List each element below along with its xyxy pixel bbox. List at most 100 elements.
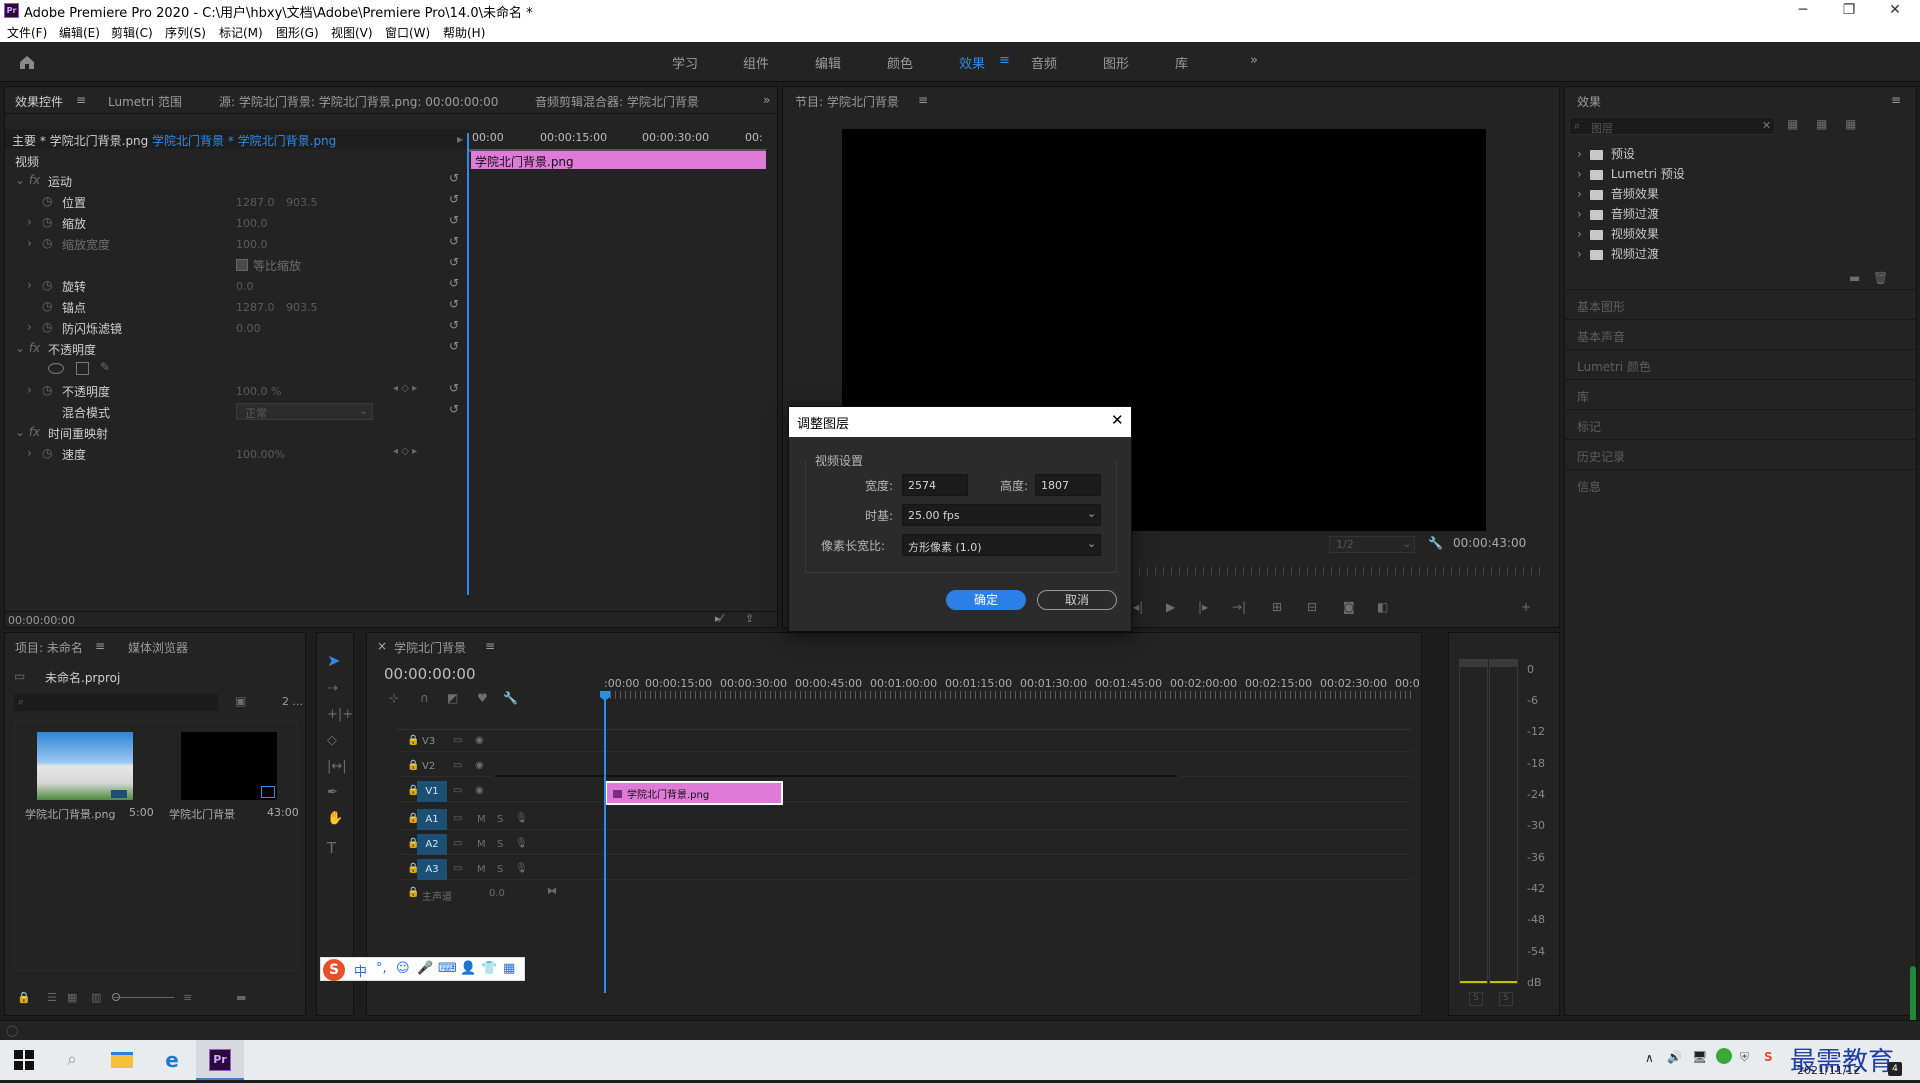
timeline-ruler[interactable]: :00:00 00:00:15:00 00:00:30:00 00:00:45:… <box>604 677 1420 701</box>
track-target-v1[interactable]: V1 <box>417 781 447 802</box>
zoom-slider-handle[interactable] <box>112 993 120 1001</box>
linked-selection-icon[interactable]: ◩ <box>447 691 458 705</box>
export-frame-icon[interactable]: ◙ <box>1343 600 1355 614</box>
ime-punctuation[interactable]: °, <box>376 961 387 976</box>
eye-icon[interactable]: ◉ <box>475 785 484 796</box>
track-select-tool-icon[interactable]: ⇢ <box>327 681 338 696</box>
project-search-input[interactable]: ⌕ <box>14 694 218 711</box>
track-lock-icon[interactable]: 🔒 <box>407 887 419 898</box>
prop-anchor-y[interactable]: 903.5 <box>286 301 318 314</box>
reset-icon[interactable]: ↺ <box>449 318 459 332</box>
workspace-graphics[interactable]: 图形 <box>1103 53 1129 72</box>
ime-toolbox-icon[interactable]: ▦ <box>503 961 515 976</box>
time-remap-effect[interactable]: 时间重映射 <box>48 425 108 442</box>
tree-lumetri-presets[interactable]: › Lumetri 预设 <box>1577 165 1685 182</box>
sync-lock-icon[interactable]: ▭ <box>453 760 462 771</box>
reset-icon[interactable]: ↺ <box>449 234 459 248</box>
stopwatch-icon[interactable]: ◷ <box>42 215 52 229</box>
program-ruler[interactable] <box>1139 567 1544 575</box>
dialog-close-icon[interactable]: ✕ <box>1111 411 1124 429</box>
file-explorer-icon[interactable] <box>98 1040 146 1080</box>
stopwatch-icon[interactable]: ◷ <box>42 278 52 292</box>
filter-icon[interactable]: ▸⁄ <box>715 612 722 625</box>
step-back-icon[interactable]: ◂| <box>1133 600 1143 614</box>
prop-opacity-value[interactable]: 100.0 % <box>236 385 281 398</box>
rectangle-mask-icon[interactable] <box>76 362 89 375</box>
minimize-button[interactable]: ─ <box>1780 0 1826 22</box>
workspace-overflow-icon[interactable]: » <box>1250 53 1258 68</box>
selection-tool-icon[interactable]: ➤ <box>327 651 340 670</box>
section-markers[interactable]: 标记 <box>1565 409 1916 438</box>
expand-scale-width-icon[interactable]: › <box>27 236 32 250</box>
reset-icon[interactable]: ↺ <box>449 213 459 227</box>
collapse-arrow-icon[interactable]: ⌄ fx <box>15 425 40 439</box>
tab-menu-icon[interactable]: ≡ <box>918 93 928 107</box>
trash-icon[interactable]: 🗑 <box>1873 271 1888 285</box>
reset-icon[interactable]: ↺ <box>449 339 459 353</box>
solo-left-button[interactable]: S <box>1469 992 1483 1006</box>
section-essential-graphics[interactable]: 基本图形 <box>1565 289 1916 318</box>
menu-window[interactable]: 窗口(W) <box>385 24 430 41</box>
tab-effects[interactable]: 效果 <box>1577 93 1601 110</box>
tab-audio-mixer[interactable]: 音频剪辑混合器: 学院北门背景 <box>535 93 699 110</box>
prop-rotation-value[interactable]: 0.0 <box>236 280 254 293</box>
effects-search-box[interactable]: ⌕ 图层 ✕ <box>1569 117 1775 135</box>
prop-speed-value[interactable]: 100.00% <box>236 448 285 461</box>
sync-lock-icon[interactable]: ▭ <box>453 838 462 849</box>
ec-timecode[interactable]: 00:00:00:00 <box>8 614 75 627</box>
track-target-a3[interactable]: A3 <box>417 859 447 880</box>
eye-icon[interactable]: ◉ <box>475 735 484 746</box>
tree-audio-transitions[interactable]: › 音频过渡 <box>1577 205 1659 222</box>
menu-edit[interactable]: 编辑(E) <box>59 24 100 41</box>
ellipse-mask-icon[interactable] <box>48 363 64 374</box>
track-target-a2[interactable]: A2 <box>417 834 447 855</box>
mic-icon[interactable]: 🎙 <box>515 813 528 824</box>
solo-button[interactable]: S <box>497 814 503 825</box>
lock-icon[interactable]: 🔒 <box>17 991 31 1004</box>
tray-chevron-icon[interactable]: ∧ <box>1645 1051 1654 1065</box>
workspace-editing[interactable]: 编辑 <box>815 53 841 72</box>
track-a1[interactable]: 🔒 A1 ▭ M S 🎙 <box>397 809 1412 830</box>
track-a3[interactable]: 🔒 A3 ▭ M S 🎙 <box>397 859 1412 880</box>
uniform-scale-checkbox[interactable] <box>236 259 248 271</box>
export-icon[interactable]: ⇪ <box>745 612 754 625</box>
accelerated-effects-icon[interactable]: ▦ <box>1787 117 1798 131</box>
opacity-effect[interactable]: 不透明度 <box>48 341 96 358</box>
premiere-taskbar-icon[interactable]: Pr <box>196 1040 244 1080</box>
tray-sogou-icon[interactable]: S <box>1764 1050 1773 1064</box>
tab-project[interactable]: 项目: 未命名 <box>15 639 83 656</box>
panel-overflow-icon[interactable]: » <box>763 93 770 107</box>
ime-skin-icon[interactable]: 👕 <box>481 961 497 976</box>
stopwatch-icon[interactable]: ◷ <box>42 446 52 460</box>
network-icon[interactable]: 🖥 <box>1692 1050 1707 1064</box>
sync-lock-icon[interactable]: ▭ <box>453 863 462 874</box>
timeline-timecode[interactable]: 00:00:00:00 <box>384 665 476 683</box>
pixel-aspect-select[interactable]: 方形像素 (1.0) ⌄ <box>902 534 1101 556</box>
stopwatch-icon[interactable]: ◷ <box>42 299 52 313</box>
section-history[interactable]: 历史记录 <box>1565 439 1916 468</box>
reset-icon[interactable]: ↺ <box>449 402 459 416</box>
home-icon[interactable] <box>18 54 36 70</box>
expand-rotation-icon[interactable]: › <box>27 278 32 292</box>
motion-effect[interactable]: 运动 <box>48 173 72 190</box>
go-to-out-icon[interactable]: →| <box>1232 600 1246 614</box>
prop-anchor-x[interactable]: 1287.0 <box>236 301 275 314</box>
tab-program[interactable]: 节目: 学院北门背景 <box>795 93 899 110</box>
solo-right-button[interactable]: S <box>1499 992 1513 1006</box>
sort-icon[interactable]: ≡ <box>183 991 192 1004</box>
mic-icon[interactable]: 🎙 <box>515 863 528 874</box>
sogou-logo-icon[interactable]: S <box>323 959 345 981</box>
project-item-name[interactable]: 学院北门背景 <box>169 806 235 822</box>
keyframe-nav-icon[interactable]: ◂ ◇ ▸ <box>393 446 417 457</box>
tree-audio-effects[interactable]: › 音频效果 <box>1577 185 1659 202</box>
track-lock-icon[interactable]: 🔒 <box>407 760 419 771</box>
slip-tool-icon[interactable]: |↔| <box>327 759 347 774</box>
icon-view-icon[interactable]: ▦ <box>67 991 77 1004</box>
workspace-learn[interactable]: 学习 <box>672 53 698 72</box>
sync-lock-icon[interactable]: ▭ <box>453 785 462 796</box>
ok-button[interactable]: 确定 <box>946 590 1026 610</box>
add-button-icon[interactable]: + <box>1521 600 1531 614</box>
master-track-value[interactable]: 0.0 <box>489 888 505 899</box>
zoom-slider[interactable] <box>114 997 174 998</box>
cancel-button[interactable]: 取消 <box>1037 590 1117 610</box>
